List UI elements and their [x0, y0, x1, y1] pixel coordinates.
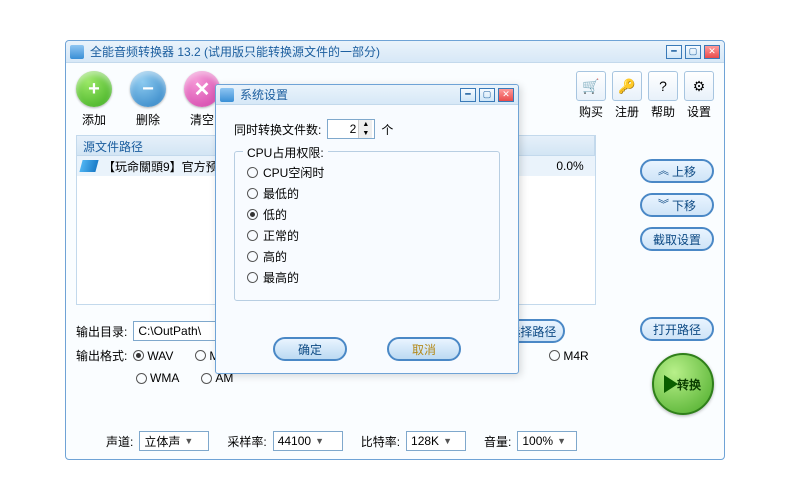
delete-button[interactable]: −: [130, 71, 166, 107]
volume-combo[interactable]: 100%▼: [517, 431, 577, 451]
radio-icon: [247, 230, 258, 241]
chevron-down-icon: ▼: [557, 436, 566, 446]
side-buttons: ︽上移 ︾下移 截取设置: [640, 159, 714, 251]
close-button[interactable]: ✕: [704, 45, 720, 59]
file-progress: 0.0%: [545, 159, 595, 173]
channel-label: 声道:: [106, 433, 133, 450]
cpu-idle[interactable]: CPU空闲时: [247, 164, 487, 181]
move-up-button[interactable]: ︽上移: [640, 159, 714, 183]
app-icon: [70, 45, 84, 59]
output-format-label: 输出格式:: [76, 347, 127, 364]
dialog-maximize-button[interactable]: ▢: [479, 88, 495, 102]
dialog-title: 系统设置: [240, 86, 460, 103]
format-m4r[interactable]: M4R: [549, 349, 588, 363]
app-title: 全能音频转换器 13.2 (试用版只能转换源文件的一部分): [90, 43, 666, 60]
settings-dialog: 系统设置 ━ ▢ ✕ 同时转换文件数: ▲▼ 个 CPU占用权限: CPU空闲时…: [215, 84, 519, 374]
radio-icon: [136, 373, 147, 384]
radio-icon: [195, 350, 206, 361]
concurrent-unit: 个: [381, 121, 393, 138]
concurrent-label: 同时转换文件数:: [234, 121, 321, 138]
cpu-highest[interactable]: 最高的: [247, 269, 487, 286]
cut-settings-button[interactable]: 截取设置: [640, 227, 714, 251]
sample-combo[interactable]: 44100▼: [273, 431, 343, 451]
open-path-button[interactable]: 打开路径: [640, 317, 714, 341]
cpu-fieldset: CPU占用权限: CPU空闲时 最低的 低的 正常的 高的 最高的: [234, 151, 500, 301]
help-label: 帮助: [651, 103, 675, 120]
chevron-down-icon: ▼: [315, 436, 324, 446]
sample-label: 采样率:: [227, 433, 266, 450]
chevron-up-icon: ︽: [658, 167, 669, 175]
radio-icon: [247, 167, 258, 178]
cpu-lowest[interactable]: 最低的: [247, 185, 487, 202]
format-wav[interactable]: WAV: [133, 349, 173, 363]
add-button[interactable]: +: [76, 71, 112, 107]
concurrent-spinner[interactable]: ▲▼: [327, 119, 375, 139]
help-icon[interactable]: ?: [648, 71, 678, 101]
concurrent-input[interactable]: [328, 122, 358, 136]
buy-label: 购买: [579, 103, 603, 120]
settings-icon[interactable]: ⚙: [684, 71, 714, 101]
output-dir-label: 输出目录:: [76, 323, 127, 340]
cancel-button[interactable]: 取消: [387, 337, 461, 361]
chevron-down-icon: ▼: [184, 436, 193, 446]
spin-up-icon[interactable]: ▲: [359, 120, 372, 129]
file-icon: [79, 160, 98, 172]
dialog-minimize-button[interactable]: ━: [460, 88, 476, 102]
add-label: 添加: [82, 111, 106, 128]
radio-icon: [549, 350, 560, 361]
bitrate-label: 比特率:: [361, 433, 400, 450]
settings-label: 设置: [687, 103, 711, 120]
radio-icon: [247, 251, 258, 262]
ok-button[interactable]: 确定: [273, 337, 347, 361]
register-icon[interactable]: 🔑: [612, 71, 642, 101]
delete-label: 删除: [136, 111, 160, 128]
dialog-icon: [220, 88, 234, 102]
chevron-down-icon: ▼: [443, 436, 452, 446]
move-down-button[interactable]: ︾下移: [640, 193, 714, 217]
channel-combo[interactable]: 立体声▼: [139, 431, 209, 451]
radio-icon: [247, 188, 258, 199]
radio-icon: [247, 209, 258, 220]
radio-icon: [133, 350, 144, 361]
format-wma[interactable]: WMA: [136, 371, 179, 385]
convert-button[interactable]: 转换: [652, 353, 714, 415]
right-toolbar: 🛒 购买 🔑 注册 ? 帮助 ⚙ 设置: [576, 71, 714, 120]
bitrate-combo[interactable]: 128K▼: [406, 431, 466, 451]
buy-icon[interactable]: 🛒: [576, 71, 606, 101]
minimize-button[interactable]: ━: [666, 45, 682, 59]
bottom-row: 声道: 立体声▼ 采样率: 44100▼ 比特率: 128K▼ 音量: 100%…: [106, 431, 577, 451]
cpu-legend: CPU占用权限:: [243, 144, 328, 161]
cpu-low[interactable]: 低的: [247, 206, 487, 223]
maximize-button[interactable]: ▢: [685, 45, 701, 59]
register-label: 注册: [615, 103, 639, 120]
cpu-normal[interactable]: 正常的: [247, 227, 487, 244]
volume-label: 音量:: [484, 433, 511, 450]
radio-icon: [247, 272, 258, 283]
cpu-high[interactable]: 高的: [247, 248, 487, 265]
main-titlebar[interactable]: 全能音频转换器 13.2 (试用版只能转换源文件的一部分) ━ ▢ ✕: [66, 41, 724, 63]
dialog-close-button[interactable]: ✕: [498, 88, 514, 102]
clear-label: 清空: [190, 111, 214, 128]
dialog-titlebar[interactable]: 系统设置 ━ ▢ ✕: [216, 85, 518, 105]
radio-icon: [201, 373, 212, 384]
chevron-down-icon: ︾: [658, 201, 669, 209]
spin-down-icon[interactable]: ▼: [359, 129, 372, 138]
